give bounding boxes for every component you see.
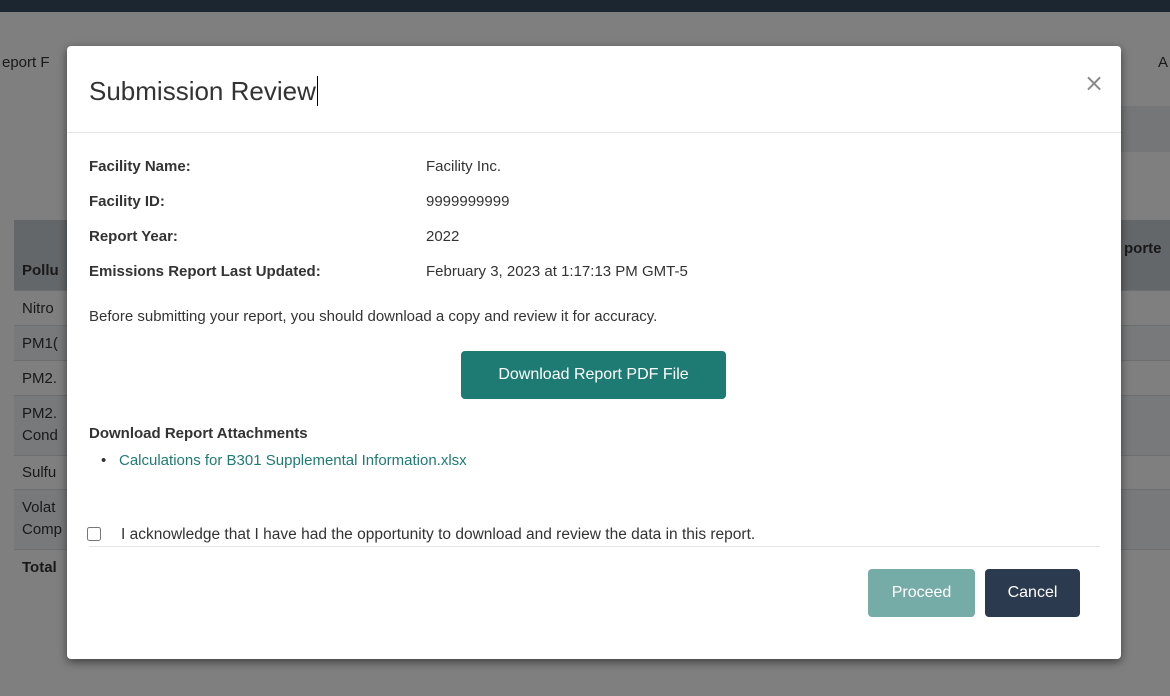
report-year-value: 2022: [426, 228, 460, 245]
close-button[interactable]: ×: [1082, 70, 1106, 96]
close-icon: ×: [1083, 69, 1105, 97]
facility-id-label: Facility ID:: [89, 193, 165, 210]
last-updated-value: February 3, 2023 at 1:17:13 PM GMT-5: [426, 263, 688, 280]
cancel-button[interactable]: Cancel: [985, 569, 1080, 617]
report-year-label: Report Year:: [89, 228, 178, 245]
text-cursor: [316, 76, 318, 106]
attachments-list: • Calculations for B301 Supplemental Inf…: [101, 450, 467, 472]
last-updated-label: Emissions Report Last Updated:: [89, 263, 321, 280]
modal-title: Submission Review: [89, 76, 318, 107]
review-instruction: Before submitting your report, you shoul…: [89, 308, 658, 325]
acknowledge-checkbox[interactable]: [87, 527, 101, 541]
facility-id-value: 9999999999: [426, 193, 510, 210]
attachment-link[interactable]: Calculations for B301 Supplemental Infor…: [119, 452, 467, 469]
attachments-heading: Download Report Attachments: [89, 425, 308, 442]
proceed-button[interactable]: Proceed: [868, 569, 975, 617]
acknowledge-label: I acknowledge that I have had the opport…: [121, 526, 756, 543]
app-top-bar: [0, 0, 1170, 12]
bullet-icon: •: [101, 452, 107, 469]
facility-name-value: Facility Inc.: [426, 158, 502, 175]
list-item: • Calculations for B301 Supplemental Inf…: [101, 450, 467, 472]
facility-name-label: Facility Name:: [89, 158, 191, 175]
footer-divider: [89, 546, 1100, 547]
modal-header: Submission Review ×: [67, 46, 1121, 133]
download-pdf-button[interactable]: Download Report PDF File: [461, 351, 726, 399]
modal-title-text: Submission Review: [89, 76, 316, 106]
submission-review-modal: Submission Review × Facility Name: Facil…: [67, 46, 1121, 659]
